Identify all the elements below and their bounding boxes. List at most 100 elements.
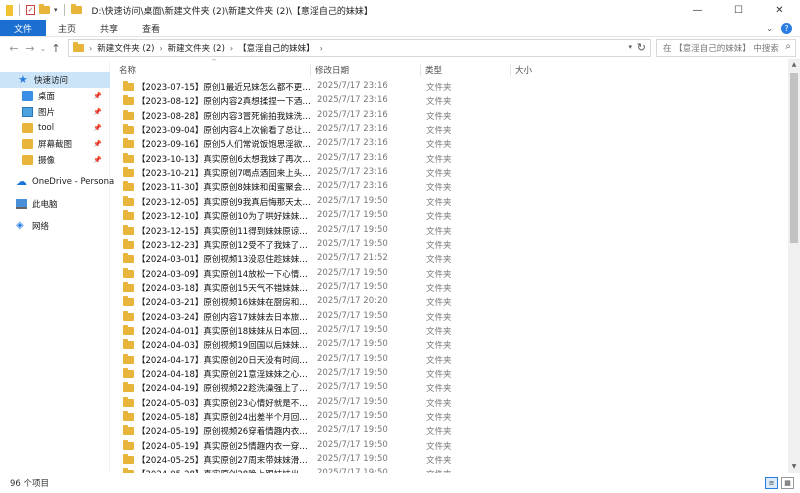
sidebar-item-tool[interactable]: tool 📌	[0, 120, 110, 136]
pin-icon[interactable]: 📌	[93, 140, 102, 148]
recent-locations-button[interactable]: ⌄	[38, 39, 48, 57]
scroll-down-icon[interactable]: ▼	[788, 461, 800, 473]
scrollbar-thumb[interactable]	[790, 73, 798, 243]
folder-icon	[123, 324, 134, 335]
column-name[interactable]: 名称	[115, 64, 311, 76]
file-date: 2025/7/17 19:50	[317, 411, 388, 422]
address-bar[interactable]: › 新建文件夹 (2) › 新建文件夹 (2) › 【意淫自己的妹妹】 › ▾ …	[68, 39, 651, 57]
chevron-right-icon[interactable]: ›	[320, 44, 323, 53]
breadcrumb-item[interactable]: 【意淫自己的妹妹】	[238, 42, 315, 54]
column-type[interactable]: 类型	[421, 64, 511, 76]
sidebar-item-desktop[interactable]: 桌面 📌	[0, 88, 110, 104]
chevron-down-icon[interactable]: ▾	[54, 6, 58, 14]
file-date: 2025/7/17 19:50	[317, 224, 388, 235]
table-row[interactable]: 【2023-11-30】真实原创8妹妹和闺蜜聚会酒... 2025/7/17 23…	[111, 180, 788, 194]
file-type: 文件夹	[426, 169, 452, 180]
table-row[interactable]: 【2024-03-01】原创视频13没忍住趁妹妹打游... 2025/7/17 2…	[111, 252, 788, 266]
search-input[interactable]: 在 【意淫自己的妹妹】 中搜索 ⌕	[656, 39, 796, 57]
table-row[interactable]: 【2023-07-15】原创1最近兄妹怎么都不更新... 2025/7/17 23…	[111, 80, 788, 94]
breadcrumb-item[interactable]: 新建文件夹 (2)	[168, 42, 225, 54]
chevron-right-icon[interactable]: ›	[89, 44, 92, 53]
table-row[interactable]: 【2023-12-10】真实原创10为了哄好妹妹下血... 2025/7/17 1…	[111, 209, 788, 223]
table-row[interactable]: 【2024-05-03】真实原创23心情好就是不一样... 2025/7/17 1…	[111, 396, 788, 410]
help-icon[interactable]: ?	[781, 22, 792, 34]
table-row[interactable]: 【2024-05-19】原创视频26穿着情趣内衣给我... 2025/7/17 1…	[111, 424, 788, 438]
minimize-button[interactable]: —	[677, 0, 718, 20]
vertical-scrollbar[interactable]: ▲ ▼	[788, 59, 800, 473]
file-name: 【2023-08-12】原创内容2真想揉捏一下酒纯...	[137, 97, 311, 108]
expand-ribbon-icon[interactable]: ⌄	[766, 24, 773, 33]
large-icons-view-icon[interactable]: ▦	[781, 477, 794, 489]
file-type: 文件夹	[426, 197, 452, 208]
table-row[interactable]: 【2024-04-01】真实原创18妹妹从日本回来啦... 2025/7/17 1…	[111, 324, 788, 338]
table-row[interactable]: 【2024-03-21】原创视频16妹妹在厨房和我爸... 2025/7/17 2…	[111, 295, 788, 309]
sidebar-item-onedrive[interactable]: ☁ OneDrive - Persona	[0, 174, 114, 190]
status-bar: 96 个项目 ≡ ▦	[0, 473, 800, 493]
file-date: 2025/7/17 19:50	[317, 454, 388, 465]
table-row[interactable]: 【2023-10-21】真实原创7喝点酒回来上头了... 2025/7/17 23…	[111, 166, 788, 180]
search-icon[interactable]: ⌕	[785, 41, 791, 52]
file-date: 2025/7/17 23:16	[317, 95, 388, 106]
scroll-up-icon[interactable]: ▲	[788, 59, 800, 71]
close-button[interactable]: ✕	[759, 0, 800, 20]
cloud-icon: ☁	[16, 175, 27, 188]
table-row[interactable]: 【2024-05-25】真实原创27周末带妹妹滑冰越... 2025/7/17 1…	[111, 453, 788, 467]
refresh-icon[interactable]: ↻	[637, 41, 646, 54]
table-row[interactable]: 【2024-03-09】真实原创14放松一下心情讨好... 2025/7/17 1…	[111, 267, 788, 281]
new-folder-icon[interactable]	[39, 4, 50, 14]
tab-share[interactable]: 共享	[88, 20, 130, 36]
breadcrumb-item[interactable]: 新建文件夹 (2)	[97, 42, 154, 54]
table-row[interactable]: 【2023-08-28】原创内容3冒死偷拍我妹洗澡... 2025/7/17 23…	[111, 109, 788, 123]
pin-icon[interactable]: 📌	[93, 156, 102, 164]
table-row[interactable]: 【2023-10-13】真实原创6太想我妹了再次偷... 2025/7/17 23…	[111, 152, 788, 166]
table-row[interactable]: 【2023-12-15】真实原创11得到妹妹原谅了心... 2025/7/17 1…	[111, 224, 788, 238]
file-date: 2025/7/17 23:16	[317, 109, 388, 120]
sidebar-item-this-pc[interactable]: 此电脑	[0, 196, 110, 212]
sidebar-item-quick-access[interactable]: ★ 快速访问	[0, 72, 110, 88]
back-button[interactable]: ←	[6, 39, 22, 57]
pin-icon[interactable]	[6, 4, 13, 16]
table-row[interactable]: 【2024-05-18】真实原创24出差半个月回来太... 2025/7/17 1…	[111, 410, 788, 424]
tab-home[interactable]: 主页	[46, 20, 88, 36]
table-row[interactable]: 【2024-03-18】真实原创15天气不错妹妹要出... 2025/7/17 1…	[111, 281, 788, 295]
table-row[interactable]: 【2023-12-23】真实原创12受不了我妹了新手... 2025/7/17 1…	[111, 238, 788, 252]
chevron-down-icon[interactable]: ▾	[628, 43, 632, 51]
table-row[interactable]: 【2024-05-19】真实原创25情趣内衣一穿妹妹... 2025/7/17 1…	[111, 439, 788, 453]
sidebar-item-screenshots[interactable]: 屏幕截图 📌	[0, 136, 110, 152]
file-type: 文件夹	[426, 111, 452, 122]
file-date: 2025/7/17 23:16	[317, 181, 388, 192]
table-row[interactable]: 【2024-04-19】原创视频22趁洗澡强上了妹妹... 2025/7/17 1…	[111, 381, 788, 395]
table-row[interactable]: 【2023-08-12】原创内容2真想揉捏一下酒纯... 2025/7/17 23…	[111, 94, 788, 108]
folder-icon	[123, 454, 134, 465]
sidebar-item-pictures[interactable]: 图片 📌	[0, 104, 110, 120]
table-row[interactable]: 【2023-09-16】原创5人们常说饭饱思淫欲起... 2025/7/17 23…	[111, 137, 788, 151]
table-row[interactable]: 【2023-09-04】原创内容4上次偷看了总让我... 2025/7/17 23…	[111, 123, 788, 137]
table-row[interactable]: 【2023-12-05】真实原创9我真后悔那天太冲... 2025/7/17 19…	[111, 195, 788, 209]
up-button[interactable]: ↑	[48, 39, 64, 57]
table-row[interactable]: 【2024-03-24】原创内容17妹妹去日本旅游尽... 2025/7/17 1…	[111, 310, 788, 324]
forward-button[interactable]: →	[22, 39, 38, 57]
folder-icon	[123, 152, 134, 163]
pin-icon[interactable]: 📌	[93, 92, 102, 100]
pin-icon[interactable]: 📌	[93, 108, 102, 116]
table-row[interactable]: 【2024-04-17】真实原创20日天没有时间陪妹... 2025/7/17 1…	[111, 353, 788, 367]
table-row[interactable]: 【2024-04-18】真实原创21意淫妹妹之心泛滥... 2025/7/17 1…	[111, 367, 788, 381]
column-size[interactable]: 大小	[511, 64, 591, 76]
details-view-icon[interactable]: ≡	[765, 477, 778, 489]
folder-icon	[123, 339, 134, 350]
table-row[interactable]: 【2024-04-03】原创视频19回国以后妹妹变的... 2025/7/17 1…	[111, 338, 788, 352]
sidebar-item-network[interactable]: ◈ 网络	[0, 218, 110, 234]
folder-icon	[123, 310, 134, 321]
tab-view[interactable]: 查看	[130, 20, 172, 36]
chevron-right-icon[interactable]: ›	[230, 44, 233, 53]
file-type: 文件夹	[426, 427, 452, 438]
column-date-modified[interactable]: 修改日期	[311, 64, 421, 76]
folder-icon	[123, 210, 134, 221]
sidebar-item-camera[interactable]: 摄像 📌	[0, 152, 110, 168]
maximize-button[interactable]: ☐	[718, 0, 759, 20]
chevron-right-icon[interactable]: ›	[159, 44, 162, 53]
tab-file[interactable]: 文件	[0, 20, 47, 36]
properties-icon[interactable]: ✓	[26, 5, 35, 15]
file-type: 文件夹	[426, 441, 452, 452]
pin-icon[interactable]: 📌	[93, 124, 102, 132]
